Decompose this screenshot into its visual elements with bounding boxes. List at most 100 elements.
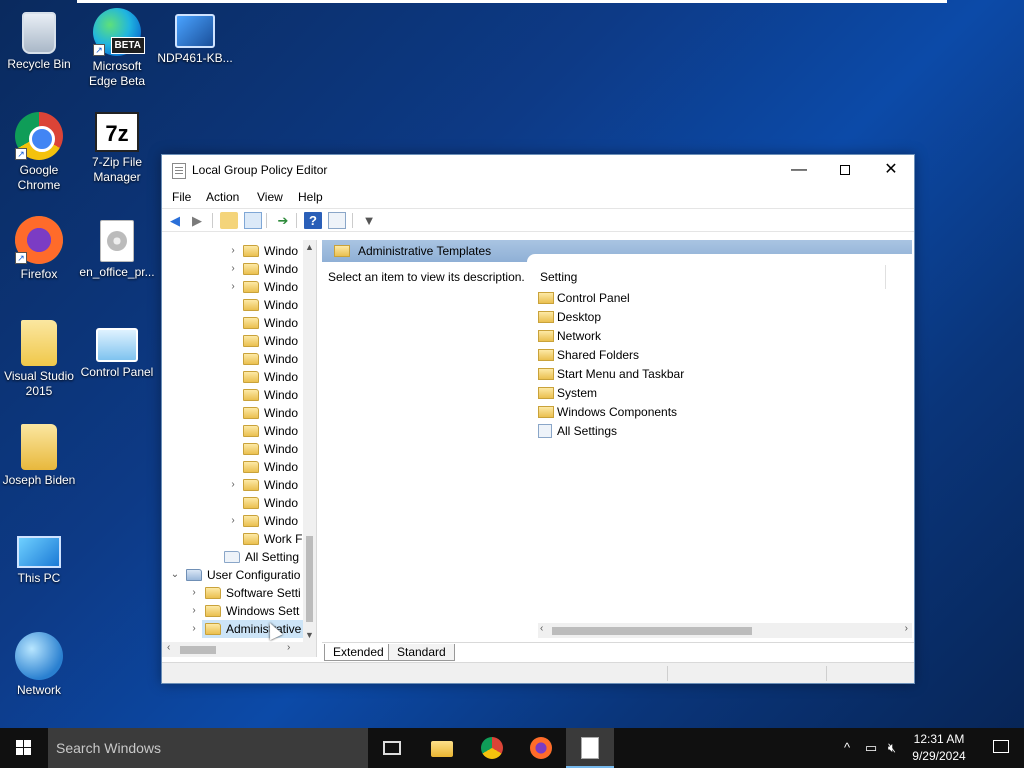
tab-extended[interactable]: Extended bbox=[324, 644, 393, 661]
tree-item[interactable]: Windo bbox=[162, 368, 304, 386]
scroll-right-arrow-icon[interactable]: › bbox=[287, 642, 290, 653]
taskbar-firefox[interactable] bbox=[517, 728, 565, 768]
chevron-right-icon[interactable]: › bbox=[228, 242, 238, 260]
scroll-down-arrow-icon[interactable]: ▼ bbox=[303, 630, 316, 640]
menu-action[interactable]: Action bbox=[206, 190, 239, 204]
top-edge-strip bbox=[77, 0, 947, 3]
scroll-left-arrow-icon[interactable]: ‹ bbox=[167, 642, 170, 653]
console-tree[interactable]: › Windo › Windo › Windo Windo Windo Windo Windo Wi… bbox=[162, 240, 317, 642]
desktop-icon-label: This PC bbox=[17, 571, 61, 585]
show-hide-console-tree-button[interactable] bbox=[244, 212, 262, 229]
tree-item[interactable]: Windo bbox=[162, 332, 304, 350]
taskbar: Search Windows ^ ▭ 🔇︎ 12:31 AM 9/29/2024 bbox=[0, 728, 1024, 768]
tree-item[interactable]: Windo bbox=[162, 314, 304, 332]
minimize-button[interactable]: — bbox=[776, 155, 822, 185]
taskbar-file-explorer[interactable] bbox=[418, 728, 466, 768]
tree-item[interactable]: Windo bbox=[162, 494, 304, 512]
action-center-button[interactable] bbox=[978, 728, 1024, 768]
menu-help[interactable]: Help bbox=[298, 190, 323, 204]
chevron-right-icon[interactable]: › bbox=[189, 584, 199, 602]
chevron-down-icon[interactable]: ⌄ bbox=[170, 566, 180, 584]
up-one-level-button[interactable] bbox=[220, 212, 238, 229]
tree-item-administrative-templates[interactable]: Administrative bbox=[202, 620, 304, 638]
network-tray-icon[interactable]: ▭ bbox=[860, 728, 882, 768]
desktop-icon-edge-beta[interactable]: BETA ↗ Microsoft Edge Beta bbox=[77, 8, 157, 89]
tree-item-user-configuration[interactable]: ⌄ User Configuratio bbox=[162, 566, 304, 584]
tree-item[interactable]: › Windo bbox=[162, 278, 304, 296]
back-button[interactable]: ◀ bbox=[166, 212, 184, 229]
show-hidden-icons-button[interactable]: ^ bbox=[838, 728, 856, 768]
details-horizontal-scrollbar[interactable]: ‹ › bbox=[538, 623, 912, 638]
properties-button[interactable] bbox=[328, 212, 346, 229]
tree-item-software-settings[interactable]: › Software Setti bbox=[162, 584, 304, 602]
desktop-icon-firefox[interactable]: ↗ Firefox bbox=[0, 216, 79, 282]
desktop-icon-user-folder[interactable]: Joseph Biden bbox=[0, 424, 79, 488]
scroll-left-arrow-icon[interactable]: ‹ bbox=[540, 623, 543, 634]
taskbar-clock[interactable]: 12:31 AM 9/29/2024 bbox=[902, 731, 976, 765]
taskbar-group-policy-editor[interactable] bbox=[566, 728, 614, 768]
chevron-right-icon[interactable]: › bbox=[228, 476, 238, 494]
tree-item-label: Windo bbox=[264, 262, 299, 276]
tree-item-label: Administrative bbox=[226, 622, 302, 636]
taskbar-chrome[interactable] bbox=[468, 728, 516, 768]
column-header-setting[interactable]: Setting bbox=[540, 270, 577, 284]
tree-item[interactable]: Work F bbox=[162, 530, 304, 548]
desktop-icon-this-pc[interactable]: This PC bbox=[0, 528, 79, 586]
windows-logo-icon bbox=[16, 740, 32, 756]
desktop-icon-chrome[interactable]: ↗ Google Chrome bbox=[0, 112, 79, 193]
chevron-right-icon[interactable]: › bbox=[228, 278, 238, 296]
tree-item[interactable]: Windo bbox=[162, 350, 304, 368]
tree-item[interactable]: Windo bbox=[162, 296, 304, 314]
desktop-icon-network[interactable]: Network bbox=[0, 632, 79, 698]
maximize-button[interactable] bbox=[822, 155, 868, 185]
help-button[interactable]: ? bbox=[304, 212, 322, 229]
scrollbar-thumb[interactable] bbox=[306, 536, 313, 622]
scroll-right-arrow-icon[interactable]: › bbox=[905, 623, 908, 634]
export-list-button[interactable]: ➔ bbox=[274, 212, 292, 229]
chevron-right-icon[interactable]: › bbox=[228, 512, 238, 530]
menu-file[interactable]: File bbox=[172, 190, 191, 204]
volume-muted-icon[interactable]: 🔇︎ bbox=[882, 728, 902, 768]
tree-item[interactable]: › Windo bbox=[162, 260, 304, 278]
scrollbar-thumb[interactable] bbox=[552, 627, 752, 635]
chevron-right-icon[interactable]: › bbox=[189, 602, 199, 620]
desktop-icon-office-iso[interactable]: en_office_pr... bbox=[77, 216, 157, 280]
chevron-right-icon[interactable]: › bbox=[228, 260, 238, 278]
tree-item[interactable]: › Windo bbox=[162, 242, 304, 260]
tree-item[interactable]: Windo bbox=[162, 422, 304, 440]
column-divider[interactable] bbox=[885, 265, 886, 289]
filter-button[interactable]: ▼ bbox=[360, 212, 378, 229]
desktop-icon-control-panel[interactable]: Control Panel bbox=[77, 320, 157, 380]
chevron-right-icon[interactable]: › bbox=[189, 620, 199, 638]
network-globe-icon bbox=[15, 632, 63, 680]
tab-standard[interactable]: Standard bbox=[388, 644, 455, 661]
tree-item[interactable]: All Setting bbox=[162, 548, 304, 566]
title-bar[interactable]: Local Group Policy Editor — ✕ bbox=[162, 155, 914, 186]
tree-item[interactable]: Windo bbox=[162, 404, 304, 422]
tree-item[interactable]: Windo bbox=[162, 458, 304, 476]
desktop-icon-visual-studio[interactable]: Visual Studio 2015 bbox=[0, 320, 79, 399]
desktop-icon-label: Microsoft Edge Beta bbox=[88, 59, 146, 88]
forward-button[interactable]: ▶ bbox=[188, 212, 206, 229]
close-button[interactable]: ✕ bbox=[868, 155, 914, 185]
tree-item[interactable]: Windo bbox=[162, 440, 304, 458]
task-view-button[interactable] bbox=[368, 728, 416, 768]
desktop-icon-7zip[interactable]: 7z 7-Zip File Manager bbox=[77, 112, 157, 185]
tree-vertical-scrollbar[interactable]: ▲ ▼ bbox=[303, 240, 316, 642]
tree-item-windows-settings[interactable]: › Windows Sett bbox=[162, 602, 304, 620]
desktop-icon-recycle-bin[interactable]: Recycle Bin bbox=[0, 8, 79, 72]
start-button[interactable] bbox=[0, 728, 48, 768]
taskbar-search-box[interactable]: Search Windows bbox=[48, 728, 368, 768]
tree-item-label: Windo bbox=[264, 244, 299, 258]
toolbar-separator bbox=[352, 213, 353, 228]
firefox-icon: ↗ bbox=[15, 216, 63, 264]
menu-view[interactable]: View bbox=[257, 190, 283, 204]
desktop-icon-ndp461[interactable]: NDP461-KB... bbox=[155, 8, 235, 66]
tree-horizontal-scrollbar[interactable]: ‹ › bbox=[162, 642, 317, 657]
file-explorer-icon bbox=[431, 741, 453, 757]
tree-item[interactable]: Windo bbox=[162, 386, 304, 404]
scrollbar-thumb[interactable] bbox=[180, 646, 216, 654]
scroll-up-arrow-icon[interactable]: ▲ bbox=[303, 242, 316, 252]
tree-item[interactable]: › Windo bbox=[162, 512, 304, 530]
tree-item[interactable]: › Windo bbox=[162, 476, 304, 494]
